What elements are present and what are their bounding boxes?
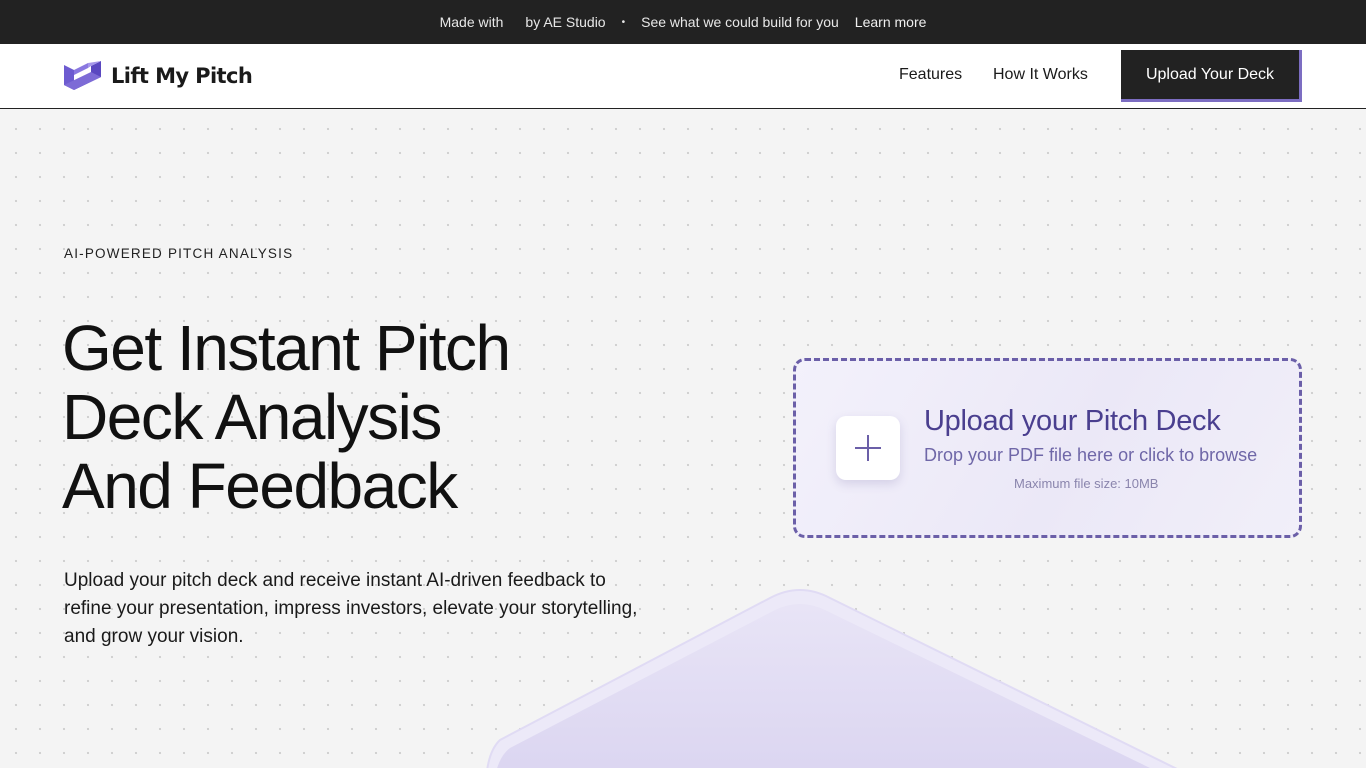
- upload-dropzone[interactable]: Upload your Pitch Deck Drop your PDF fil…: [793, 358, 1302, 538]
- nav-link-features[interactable]: Features: [899, 66, 962, 84]
- separator-dot: •: [621, 16, 626, 28]
- upload-plus-button[interactable]: [836, 416, 900, 480]
- hero-headline: Get Instant Pitch Deck Analysis And Feed…: [62, 314, 702, 521]
- logo-text: Lift My Pitch: [111, 64, 253, 88]
- main-navbar: Lift My Pitch Features How It Works Uplo…: [0, 44, 1366, 109]
- logo-icon: [64, 61, 101, 90]
- logo[interactable]: Lift My Pitch: [64, 59, 253, 93]
- upload-max-size: Maximum file size: 10MB: [1014, 476, 1159, 491]
- plus-icon: [855, 435, 881, 461]
- headline-line-2: Deck Analysis: [62, 381, 442, 453]
- headline-line-3: And Feedback: [62, 450, 458, 522]
- announcement-bar: Made with by AE Studio • See what we cou…: [0, 0, 1366, 44]
- decorative-card-shape: [486, 589, 1178, 768]
- hero-eyebrow: AI-POWERED PITCH ANALYSIS: [64, 246, 294, 261]
- learn-more-link[interactable]: Learn more: [855, 14, 927, 30]
- nav-link-how-it-works[interactable]: How It Works: [993, 66, 1088, 84]
- headline-line-1: Get Instant Pitch: [62, 312, 511, 384]
- build-cta-text: See what we could build for you: [641, 14, 839, 30]
- upload-deck-button[interactable]: Upload Your Deck: [1121, 50, 1302, 102]
- made-with-text: Made with: [439, 14, 504, 30]
- upload-title: Upload your Pitch Deck: [924, 405, 1221, 437]
- upload-subtitle: Drop your PDF file here or click to brow…: [924, 445, 1258, 465]
- by-ae-studio-text: by AE Studio: [525, 14, 606, 30]
